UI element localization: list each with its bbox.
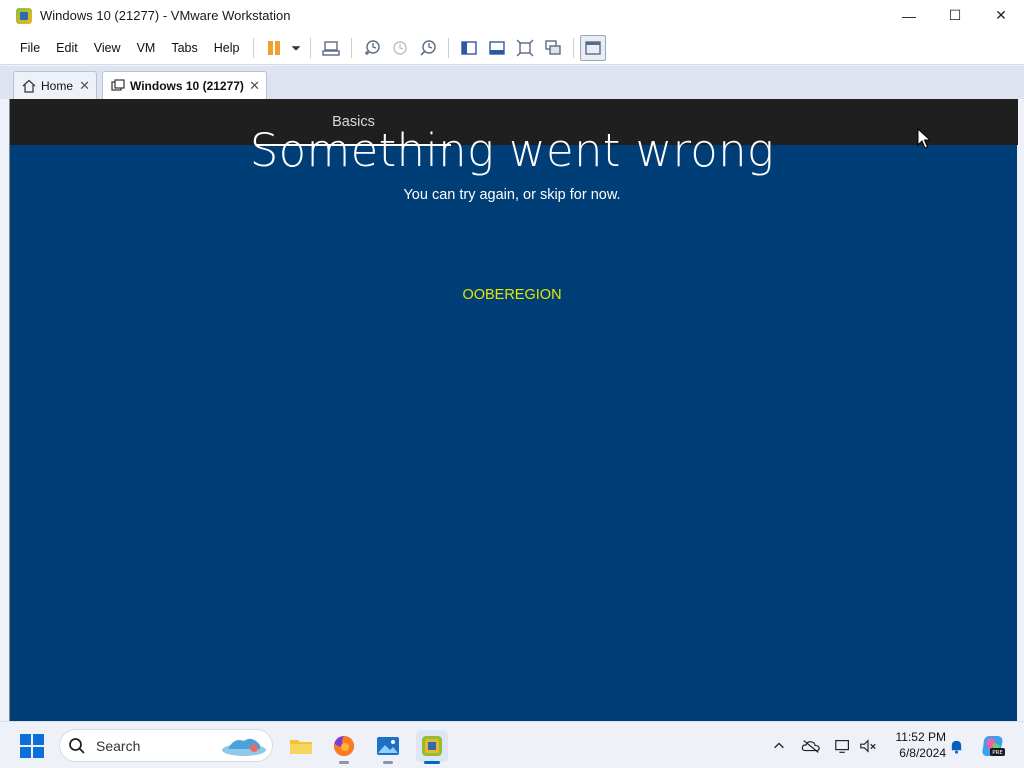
title-bar: Windows 10 (21277) - VMware Workstation … xyxy=(0,0,1024,31)
menu-bar: File Edit View VM Tabs Help xyxy=(0,31,1024,65)
toolbar-separator xyxy=(573,37,575,58)
close-button[interactable]: ✕ xyxy=(978,0,1024,31)
tab-vm-label: Windows 10 (21277) xyxy=(130,79,244,93)
page-subtitle: You can try again, or skip for now. xyxy=(403,187,621,203)
snapshot-manager-icon[interactable] xyxy=(414,35,442,61)
clock-date: 6/8/2024 xyxy=(899,746,946,760)
minimize-button[interactable]: — xyxy=(886,0,932,31)
app-running-indicator xyxy=(339,761,349,764)
toolbar-separator xyxy=(448,37,450,58)
photos-icon[interactable] xyxy=(372,730,404,764)
window-controls: — ☐ ✕ xyxy=(886,0,1024,31)
full-screen-icon[interactable] xyxy=(511,35,539,61)
window-title: Windows 10 (21277) - VMware Workstation xyxy=(40,8,291,23)
toolbar-separator xyxy=(351,37,353,58)
taskbar-clock[interactable]: 11:52 PM 6/8/2024 xyxy=(886,729,946,761)
tab-home-label: Home xyxy=(41,79,74,93)
vmware-app-icon xyxy=(16,7,32,24)
search-highlight-icon xyxy=(222,738,266,756)
clock-time: 11:52 PM xyxy=(895,730,946,744)
firefox-icon[interactable] xyxy=(328,730,360,764)
close-icon[interactable]: ✕ xyxy=(249,78,260,94)
send-ctrl-alt-del-icon[interactable] xyxy=(317,35,345,61)
menu-help[interactable]: Help xyxy=(206,36,248,60)
page-title: Something went wrong xyxy=(249,124,775,177)
maximize-button[interactable]: ☐ xyxy=(932,0,978,31)
volume-muted-icon[interactable] xyxy=(857,732,879,760)
unity-icon[interactable] xyxy=(539,35,567,61)
home-icon xyxy=(22,79,36,93)
pause-icon[interactable] xyxy=(260,35,288,61)
search-icon xyxy=(69,737,85,754)
tab-vm[interactable]: Windows 10 (21277) ✕ xyxy=(102,71,267,100)
error-code: OOBEREGION xyxy=(462,287,562,303)
console-view-icon[interactable] xyxy=(580,34,607,61)
app-running-indicator xyxy=(383,761,393,764)
copilot-preview-icon[interactable]: PRE xyxy=(978,732,1008,760)
snapshot-revert-icon[interactable] xyxy=(386,35,414,61)
onedrive-offline-icon[interactable] xyxy=(800,732,822,760)
taskbar-search[interactable]: Search xyxy=(59,729,273,762)
menu-view[interactable]: View xyxy=(86,36,129,60)
close-icon[interactable]: ✕ xyxy=(79,78,90,94)
app-active-indicator xyxy=(424,761,440,764)
menu-vm[interactable]: VM xyxy=(129,36,164,60)
notification-bell-icon[interactable] xyxy=(946,732,966,760)
search-placeholder: Search xyxy=(96,737,141,754)
taskbar: Search 11:52 PM 6/8/2024 PRE xyxy=(0,721,1024,768)
tab-home[interactable]: Home ✕ xyxy=(13,71,97,100)
svg-text:PRE: PRE xyxy=(992,750,1003,756)
menu-file[interactable]: File xyxy=(12,36,48,60)
vm-icon xyxy=(111,79,125,91)
tab-strip: Home ✕ Windows 10 (21277) ✕ xyxy=(0,66,1024,100)
menu-edit[interactable]: Edit xyxy=(48,36,86,60)
snapshot-take-icon[interactable] xyxy=(358,35,386,61)
show-library-icon[interactable] xyxy=(455,35,483,61)
file-explorer-icon[interactable] xyxy=(285,730,317,762)
start-button[interactable] xyxy=(20,734,44,758)
network-icon[interactable] xyxy=(832,732,854,760)
dropdown-icon[interactable] xyxy=(288,35,304,61)
toolbar-separator xyxy=(253,37,255,58)
menu-tabs[interactable]: Tabs xyxy=(163,36,205,60)
show-hidden-icons-chevron-icon[interactable] xyxy=(770,732,788,760)
vmware-workstation-icon[interactable] xyxy=(416,730,448,764)
thumbnail-bar-icon[interactable] xyxy=(483,35,511,61)
toolbar-separator xyxy=(310,37,312,58)
mouse-cursor-icon xyxy=(917,128,932,149)
